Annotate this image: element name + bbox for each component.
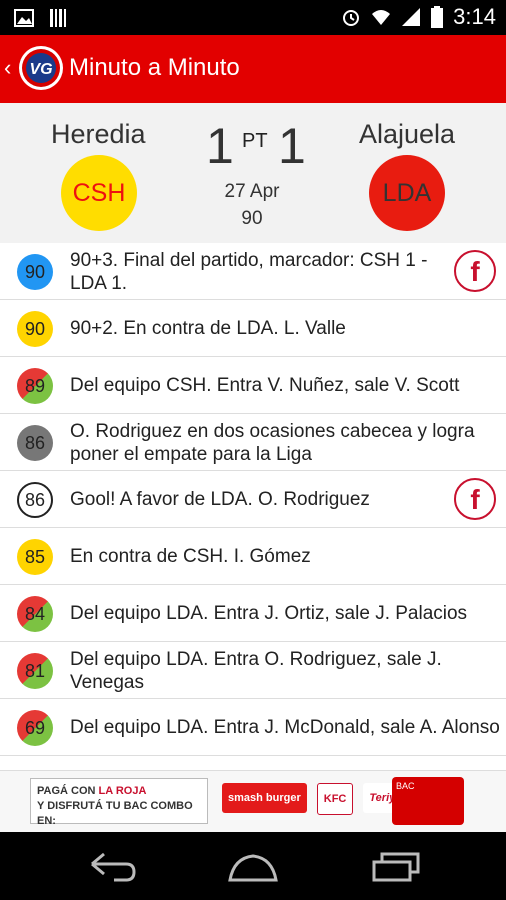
app-bar: ‹ VG Minuto a Minuto xyxy=(0,35,506,103)
home-team-name: Heredia xyxy=(51,119,146,149)
minute-badge: 84 xyxy=(17,596,53,632)
clock: 3:14 xyxy=(453,4,496,29)
alarm-icon xyxy=(343,10,360,26)
list-item[interactable]: 85 En contra de CSH. I. Gómez xyxy=(0,528,506,585)
ad-text: PAGÁ CON LA ROJA Y DISFRUTÁ TU BAC COMBO… xyxy=(30,778,208,827)
event-text: Del equipo LDA. Entra J. McDonald, sale … xyxy=(70,717,500,738)
signal-icon xyxy=(402,8,421,26)
soccer-ball-icon: 86 xyxy=(17,482,53,518)
svg-text:VG: VG xyxy=(29,61,52,78)
list-item[interactable]: 86 Gool! A favor de LDA. O. Rodriguez f xyxy=(0,471,506,528)
event-text: 90+3. Final del partido, marcador: CSH 1… xyxy=(70,250,428,294)
facebook-share-icon[interactable]: f xyxy=(454,250,496,292)
event-text: Gool! A favor de LDA. O. Rodriguez xyxy=(70,489,370,510)
event-text: O. Rodriguez en dos ocasiones cabecea y … xyxy=(70,421,475,465)
event-text: En contra de CSH. I. Gómez xyxy=(70,546,311,567)
recent-apps-icon[interactable] xyxy=(372,852,422,882)
minute-badge: 85 xyxy=(17,539,53,575)
list-item[interactable]: 84 Del equipo LDA. Entra J. Ortiz, sale … xyxy=(0,585,506,642)
wifi-icon xyxy=(372,10,391,25)
page-title: Minuto a Minuto xyxy=(69,54,240,81)
away-score: 1 xyxy=(278,118,306,174)
navigation-bar xyxy=(0,832,506,900)
away-team-badge: LDA xyxy=(369,155,445,231)
list-item[interactable]: 90 90+2. En contra de LDA. L. Valle xyxy=(0,300,506,357)
ad-credit-card: BAC xyxy=(392,777,464,825)
scoreboard: Heredia Alajuela CSH LDA 1 PT 1 27 Apr 9… xyxy=(0,103,506,243)
list-item[interactable]: 86 O. Rodriguez en dos ocasiones cabecea… xyxy=(0,414,506,471)
ad-brand-logo: KFC xyxy=(316,783,354,815)
event-text: Del equipo LDA. Entra O. Rodriguez, sale… xyxy=(70,649,442,693)
status-bar: 3:14 xyxy=(0,0,506,35)
home-score: 1 xyxy=(206,118,234,174)
barcode-icon xyxy=(50,9,66,27)
ad-brand-logo: smash burger xyxy=(222,783,307,813)
match-period: PT xyxy=(242,130,268,152)
match-minute: 90 xyxy=(241,208,263,229)
event-text: Del equipo LDA. Entra J. Ortiz, sale J. … xyxy=(70,603,468,624)
back-icon[interactable] xyxy=(88,852,138,882)
battery-icon xyxy=(431,6,444,28)
minute-badge: 90 xyxy=(17,311,53,347)
away-team-name: Alajuela xyxy=(359,119,456,149)
home-team-badge: CSH xyxy=(61,155,137,231)
back-chevron-icon[interactable]: ‹ xyxy=(4,55,11,81)
list-item[interactable]: 69 Del equipo LDA. Entra J. McDonald, sa… xyxy=(0,699,506,756)
image-icon xyxy=(14,9,34,27)
event-text: Del equipo CSH. Entra V. Nuñez, sale V. … xyxy=(70,375,460,396)
minute-badge: 90 xyxy=(17,254,53,290)
app-logo[interactable]: VG xyxy=(18,45,64,91)
home-icon[interactable] xyxy=(226,852,280,882)
minute-badge: 86 xyxy=(17,425,53,461)
list-item[interactable]: 89 Del equipo CSH. Entra V. Nuñez, sale … xyxy=(0,357,506,414)
event-list: 90 90+3. Final del partido, marcador: CS… xyxy=(0,243,506,756)
list-item[interactable]: 90 90+3. Final del partido, marcador: CS… xyxy=(0,243,506,300)
ad-brand-logos: smash burger KFC Teriyaki xyxy=(222,783,417,815)
minute-badge: 81 xyxy=(17,653,53,689)
event-text: 90+2. En contra de LDA. L. Valle xyxy=(70,318,346,339)
minute-badge: 89 xyxy=(17,368,53,404)
ad-banner[interactable]: PAGÁ CON LA ROJA Y DISFRUTÁ TU BAC COMBO… xyxy=(0,770,506,833)
minute-badge: 69 xyxy=(17,710,53,746)
match-date: 27 Apr xyxy=(224,181,280,202)
list-item[interactable]: 81 Del equipo LDA. Entra O. Rodriguez, s… xyxy=(0,642,506,699)
facebook-share-icon[interactable]: f xyxy=(454,478,496,520)
